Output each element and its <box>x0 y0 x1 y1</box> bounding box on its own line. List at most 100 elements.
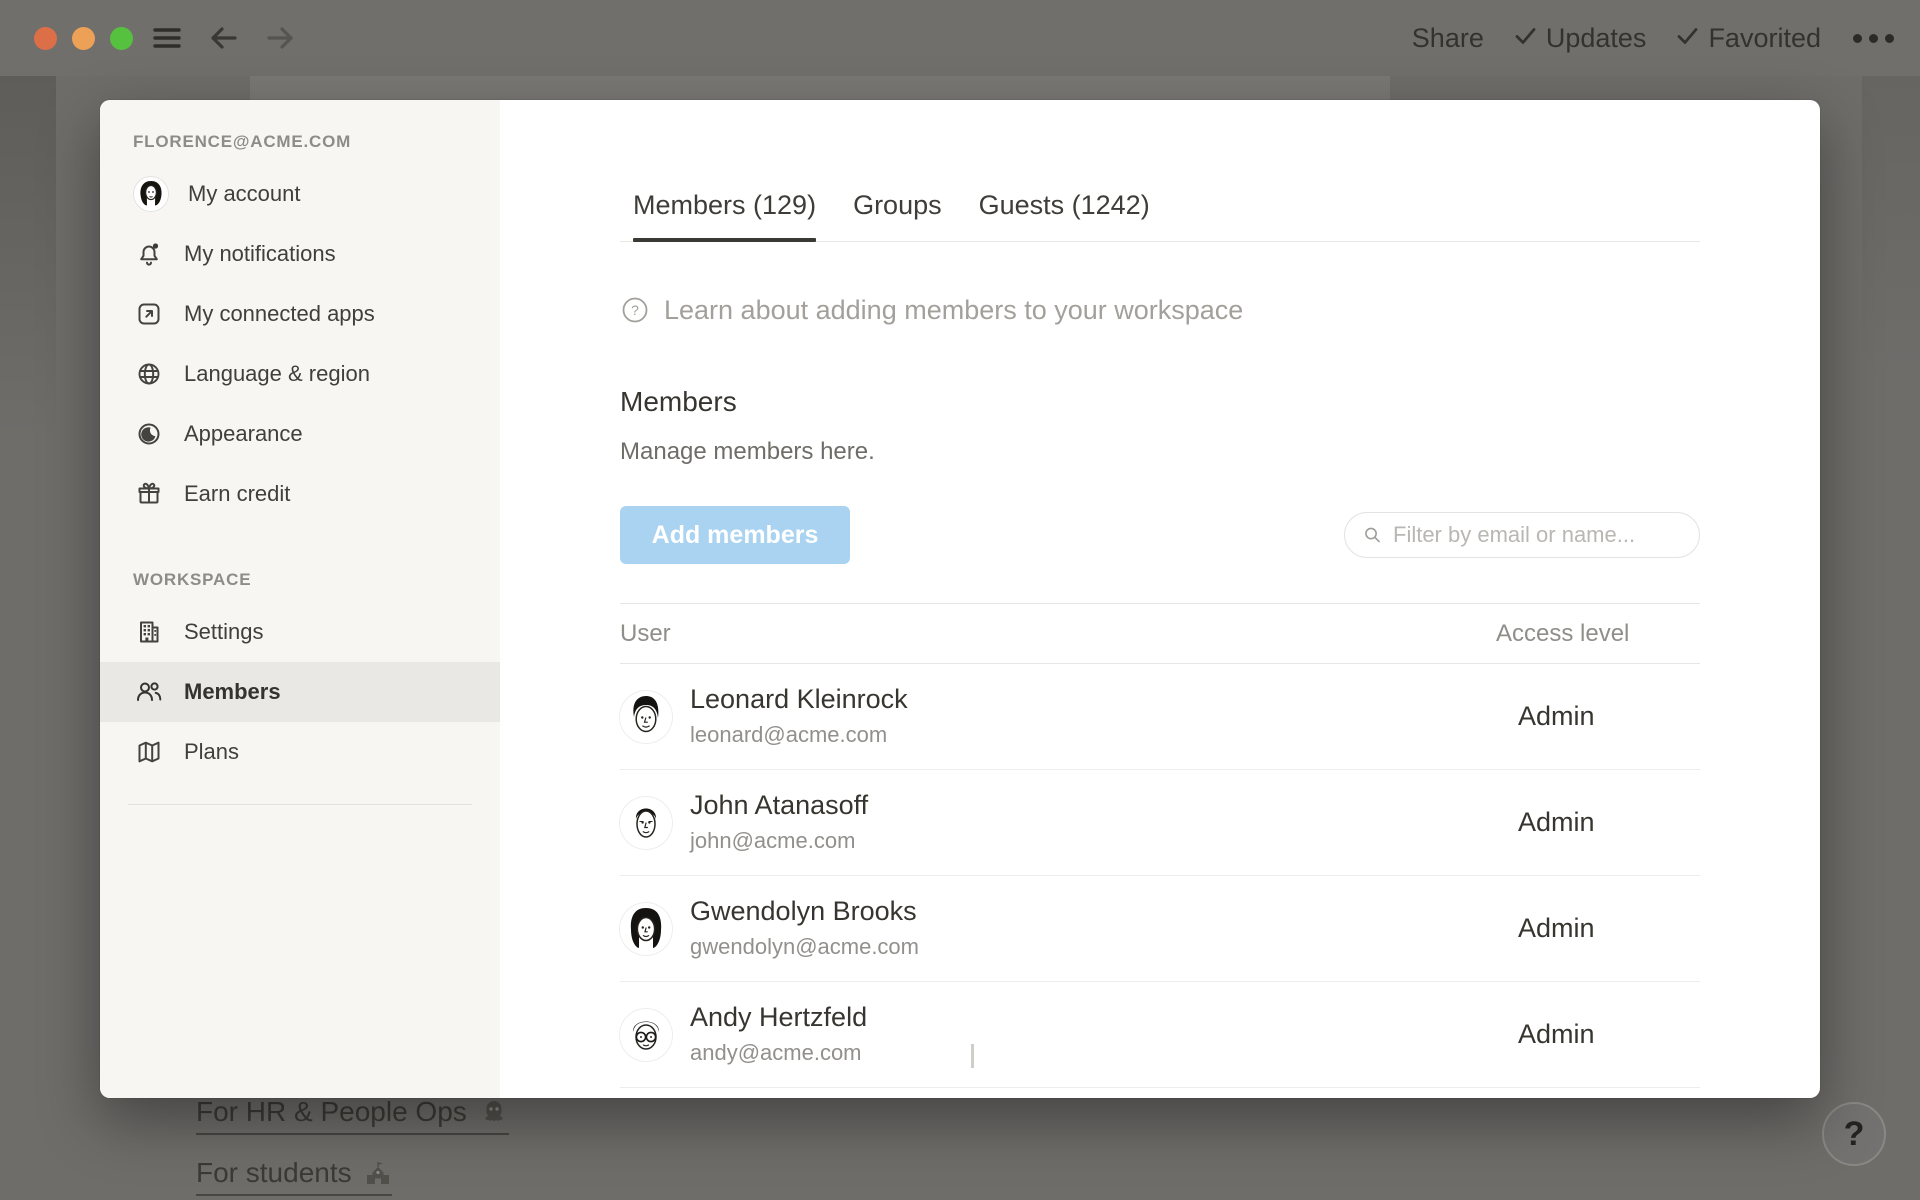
workspace-section-heading: WORKSPACE <box>133 570 500 590</box>
member-avatar <box>620 1009 672 1061</box>
member-name: Gwendolyn Brooks <box>690 897 1496 927</box>
dimmed-template-links: For HR & People Ops For students <box>196 1096 509 1196</box>
member-avatar <box>620 797 672 849</box>
back-arrow-icon[interactable] <box>208 22 240 54</box>
sidebar-item-label: Members <box>184 679 281 705</box>
member-email: andy@acme.com <box>690 1040 1496 1066</box>
share-label: Share <box>1412 23 1484 54</box>
people-icon <box>134 677 164 707</box>
sidebar-item-language-region[interactable]: Language & region <box>100 344 500 404</box>
add-members-button[interactable]: Add members <box>620 506 850 564</box>
link-label: For students <box>196 1157 352 1189</box>
zoom-window-button[interactable] <box>110 27 133 50</box>
sidebar-item-appearance[interactable]: Appearance <box>100 404 500 464</box>
check-icon <box>1514 23 1537 54</box>
table-row[interactable]: Leonard Kleinrock leonard@acme.com Admin <box>620 664 1700 770</box>
text-cursor-artifact <box>971 1044 974 1068</box>
member-filter <box>1344 512 1700 558</box>
dimmed-page-strip <box>250 76 1390 102</box>
sidebar-toggle-icon[interactable] <box>150 21 184 55</box>
sidebar-item-label: Appearance <box>184 421 303 447</box>
learn-about-members-link[interactable]: ? Learn about adding members to your wor… <box>620 294 1700 326</box>
octopus-emoji <box>479 1097 509 1127</box>
svg-text:?: ? <box>631 302 639 318</box>
member-access-level[interactable]: Admin <box>1496 701 1700 732</box>
help-button[interactable]: ? <box>1822 1102 1886 1166</box>
table-row[interactable]: John Atanasoff john@acme.com Admin <box>620 770 1700 876</box>
avatar-photo <box>134 177 168 211</box>
section-title: Members <box>620 386 1700 418</box>
screen: Share Updates Favorited For HR & People … <box>0 0 1920 1200</box>
link-label: For HR & People Ops <box>196 1096 467 1128</box>
column-header-user: User <box>620 620 1496 648</box>
link-for-hr-people-ops[interactable]: For HR & People Ops <box>196 1096 509 1135</box>
dimmed-app-sidebar <box>0 76 56 436</box>
sidebar-item-plans[interactable]: Plans <box>100 722 500 782</box>
link-for-students[interactable]: For students <box>196 1157 392 1196</box>
window-controls <box>34 0 133 76</box>
members-tabs: Members (129) Groups Guests (1242) <box>620 170 1700 242</box>
sidebar-item-label: My account <box>188 181 301 207</box>
tab-members[interactable]: Members (129) <box>633 170 816 241</box>
sidebar-item-members[interactable]: Members <box>100 662 500 722</box>
sidebar-item-my-notifications[interactable]: My notifications <box>100 224 500 284</box>
share-button[interactable]: Share <box>1412 23 1484 54</box>
question-circle-icon: ? <box>620 295 650 325</box>
member-name: John Atanasoff <box>690 791 1496 821</box>
table-header-row: User Access level <box>620 603 1700 664</box>
map-icon <box>134 737 164 767</box>
section-subtitle: Manage members here. <box>620 438 1700 466</box>
sidebar-item-earn-credit[interactable]: Earn credit <box>100 464 500 524</box>
learn-link-label: Learn about adding members to your works… <box>664 295 1243 326</box>
settings-modal: FLORENCE@ACME.COM My account My notifica… <box>100 100 1820 1098</box>
member-avatar <box>620 903 672 955</box>
member-access-level[interactable]: Admin <box>1496 807 1700 838</box>
member-name: Andy Hertzfeld <box>690 1003 1496 1033</box>
sidebar-divider <box>128 804 472 805</box>
sidebar-item-label: Settings <box>184 619 264 645</box>
updates-label: Updates <box>1546 23 1647 54</box>
sidebar-item-my-account[interactable]: My account <box>100 164 500 224</box>
moon-icon <box>134 419 164 449</box>
member-avatar <box>620 691 672 743</box>
member-name: Leonard Kleinrock <box>690 685 1496 715</box>
building-icon <box>134 617 164 647</box>
gift-icon <box>134 479 164 509</box>
updates-button[interactable]: Updates <box>1514 23 1647 54</box>
sidebar-item-label: My notifications <box>184 241 336 267</box>
dimmed-app-edge <box>1862 76 1920 376</box>
sidebar-item-label: Plans <box>184 739 239 765</box>
school-emoji <box>364 1159 392 1187</box>
sidebar-item-label: My connected apps <box>184 301 375 327</box>
member-email: john@acme.com <box>690 828 1496 854</box>
column-header-access-level: Access level <box>1496 620 1700 648</box>
favorited-button[interactable]: Favorited <box>1676 23 1821 54</box>
member-access-level[interactable]: Admin <box>1496 913 1700 944</box>
sidebar-item-settings[interactable]: Settings <box>100 602 500 662</box>
forward-arrow-icon[interactable] <box>264 22 296 54</box>
sidebar-item-label: Earn credit <box>184 481 290 507</box>
table-row[interactable]: Gwendolyn Brooks gwendolyn@acme.com Admi… <box>620 876 1700 982</box>
minimize-window-button[interactable] <box>72 27 95 50</box>
check-icon <box>1676 23 1699 54</box>
sidebar-item-my-connected-apps[interactable]: My connected apps <box>100 284 500 344</box>
search-icon <box>1363 522 1382 548</box>
table-row[interactable]: Andy Hertzfeld andy@acme.com Admin <box>620 982 1700 1088</box>
filter-input[interactable] <box>1393 522 1681 548</box>
tab-groups[interactable]: Groups <box>853 170 942 241</box>
close-window-button[interactable] <box>34 27 57 50</box>
window-titlebar: Share Updates Favorited <box>0 0 1920 76</box>
more-options-icon[interactable] <box>1851 34 1894 43</box>
tab-guests[interactable]: Guests (1242) <box>979 170 1150 241</box>
account-email-heading: FLORENCE@ACME.COM <box>133 132 500 152</box>
member-access-level[interactable]: Admin <box>1496 1019 1700 1050</box>
members-settings-panel: Members (129) Groups Guests (1242) ? Lea… <box>500 100 1820 1098</box>
member-email: leonard@acme.com <box>690 722 1496 748</box>
settings-sidebar: FLORENCE@ACME.COM My account My notifica… <box>100 100 500 1098</box>
member-email: gwendolyn@acme.com <box>690 934 1496 960</box>
globe-icon <box>134 359 164 389</box>
bell-badge-icon <box>134 239 164 269</box>
external-link-box-icon <box>134 299 164 329</box>
favorited-label: Favorited <box>1708 23 1821 54</box>
members-table: User Access level Leonard Kleinrock leon… <box>620 603 1700 1088</box>
